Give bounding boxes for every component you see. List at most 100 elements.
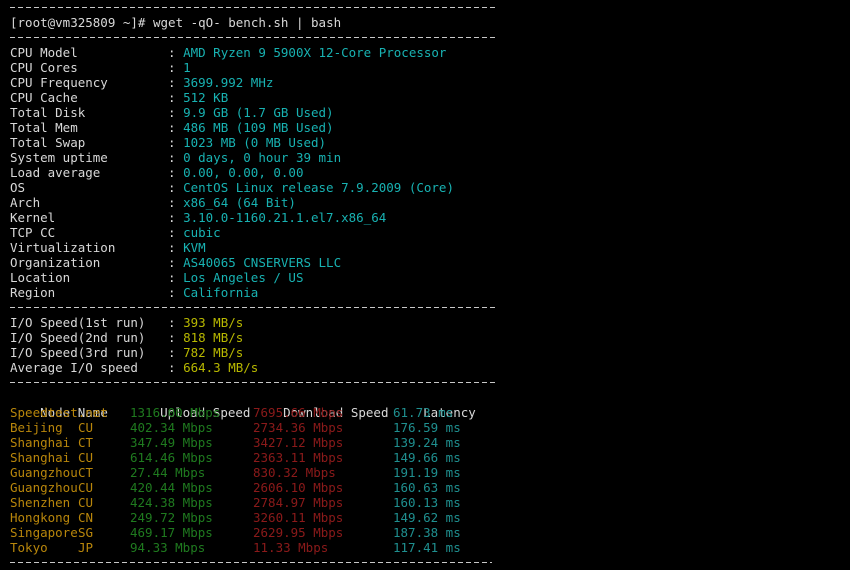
speedtest-download-speed: 2629.95 Mbps <box>253 525 344 540</box>
iospeed-label: I/O Speed(3rd run) <box>10 345 146 360</box>
speedtest-upload-speed: 614.46 Mbps <box>130 450 213 465</box>
speedtest-download-speed: 2363.11 Mbps <box>253 450 344 465</box>
sysinfo-label: Load average <box>10 165 101 180</box>
iospeed-value: 664.3 MB/s <box>183 360 259 375</box>
table-row: SingaporeSG 469.17 Mbps 2629.95 Mbps 187.38… <box>0 525 850 540</box>
table-row: GuangzhouCT 27.44 Mbps 830.32 Mbps 191.19 m… <box>0 465 850 480</box>
speedtest-upload-speed: 1316.00 Mbps <box>130 405 221 420</box>
sysinfo-value: California <box>183 285 259 300</box>
terminal-window[interactable]: [root@vm325809 ~]# wget -qO- bench.sh | … <box>0 0 850 570</box>
sysinfo-colon: : <box>168 75 184 90</box>
speedtest-latency: 176.59 ms <box>393 420 461 435</box>
command-prompt-line: [root@vm325809 ~]# wget -qO- bench.sh | … <box>10 15 342 30</box>
sysinfo-label: System uptime <box>10 150 108 165</box>
io-speed-block: I/O Speed(1st run): 393 MB/s I/O Speed(2n… <box>0 315 850 375</box>
sysinfo-value: AMD Ryzen 9 5900X 12-Core Processor <box>183 45 447 60</box>
sysinfo-colon: : <box>168 210 184 225</box>
sysinfo-label: TCP CC <box>10 225 56 240</box>
speedtest-carrier: CU <box>78 450 94 465</box>
sysinfo-value: 512 KB <box>183 90 229 105</box>
speedtest-latency: 160.63 ms <box>393 480 461 495</box>
sysinfo-value: 3.10.0-1160.21.1.el7.x86_64 <box>183 210 387 225</box>
table-row: Shenzhen CU 424.38 Mbps 2784.97 Mbps 160.13 … <box>0 495 850 510</box>
speedtest-download-speed: 11.33 Mbps <box>253 540 329 555</box>
sysinfo-value: x86_64 (64 Bit) <box>183 195 296 210</box>
iospeed-row: I/O Speed(3rd run): 782 MB/s <box>0 345 850 360</box>
sysinfo-row: Total Disk: 9.9 GB (1.7 GB Used) <box>0 105 850 120</box>
sysinfo-label: Region <box>10 285 56 300</box>
speedtest-header-row: Node Name Upload Speed Download Speed Laten… <box>0 390 850 420</box>
speedtest-node-name: Beijing <box>10 420 63 435</box>
speedtest-carrier: CU <box>78 480 94 495</box>
speedtest-upload-speed: 420.44 Mbps <box>130 480 213 495</box>
speedtest-download-speed: 2734.36 Mbps <box>253 420 344 435</box>
speedtest-node-name: Shanghai <box>10 435 71 450</box>
sysinfo-value: cubic <box>183 225 221 240</box>
sysinfo-label: CPU Model <box>10 45 78 60</box>
sysinfo-label: Organization <box>10 255 101 270</box>
sysinfo-colon: : <box>168 105 184 120</box>
speedtest-node-name: Speedtest.net <box>10 405 108 420</box>
speedtest-upload-speed: 249.72 Mbps <box>130 510 213 525</box>
sysinfo-colon: : <box>168 195 184 210</box>
sysinfo-label: Location <box>10 270 71 285</box>
separator-rule-top <box>0 0 850 15</box>
sysinfo-label: OS <box>10 180 26 195</box>
speedtest-latency: 149.62 ms <box>393 510 461 525</box>
speedtest-node-name: Tokyo <box>10 540 48 555</box>
sysinfo-row: TCP CC: cubic <box>0 225 850 240</box>
speedtest-latency: 160.13 ms <box>393 495 461 510</box>
sysinfo-colon: : <box>168 225 184 240</box>
table-row: Shanghai CT 347.49 Mbps 3427.12 Mbps 139.24 … <box>0 435 850 450</box>
speedtest-node-name: Hongkong <box>10 510 71 525</box>
speedtest-download-speed: 7695.66 Mbps <box>253 405 344 420</box>
sysinfo-row: CPU Cache: 512 KB <box>0 90 850 105</box>
sysinfo-colon: : <box>168 150 184 165</box>
sysinfo-value: CentOS Linux release 7.9.2009 (Core) <box>183 180 454 195</box>
speedtest-upload-speed: 27.44 Mbps <box>130 465 206 480</box>
separator-rule-before-io <box>0 300 850 315</box>
iospeed-label: I/O Speed(1st run) <box>10 315 146 330</box>
table-row: Beijing CU 402.34 Mbps 2734.36 Mbps 176.59 m… <box>0 420 850 435</box>
speedtest-latency: 191.19 ms <box>393 465 461 480</box>
sysinfo-colon: : <box>168 135 184 150</box>
sysinfo-value: 0 days, 0 hour 39 min <box>183 150 342 165</box>
sysinfo-value: 0.00, 0.00, 0.00 <box>183 165 304 180</box>
sysinfo-value: 3699.992 MHz <box>183 75 274 90</box>
speedtest-download-speed: 3260.11 Mbps <box>253 510 344 525</box>
sysinfo-colon: : <box>168 180 184 195</box>
speedtest-latency: 139.24 ms <box>393 435 461 450</box>
sysinfo-label: Total Swap <box>10 135 86 150</box>
system-info-block: CPU Model: AMD Ryzen 9 5900X 12-Core Pro… <box>0 45 850 300</box>
speedtest-node-name: Guangzhou <box>10 465 78 480</box>
sysinfo-colon: : <box>168 270 184 285</box>
speedtest-latency: 61.73 ms <box>393 405 454 420</box>
iospeed-label: I/O Speed(2nd run) <box>10 330 146 345</box>
speedtest-carrier: CU <box>78 495 94 510</box>
sysinfo-colon: : <box>168 240 184 255</box>
sysinfo-value: KVM <box>183 240 206 255</box>
speedtest-node-name: Shenzhen <box>10 495 71 510</box>
sysinfo-value: 486 MB (109 MB Used) <box>183 120 334 135</box>
sysinfo-row: Total Mem: 486 MB (109 MB Used) <box>0 120 850 135</box>
sysinfo-value: Los Angeles / US <box>183 270 304 285</box>
sysinfo-row: CPU Frequency: 3699.992 MHz <box>0 75 850 90</box>
sysinfo-value: 9.9 GB (1.7 GB Used) <box>183 105 334 120</box>
sysinfo-label: CPU Cache <box>10 90 78 105</box>
sysinfo-colon: : <box>168 90 184 105</box>
sysinfo-row: Arch: x86_64 (64 Bit) <box>0 195 850 210</box>
speedtest-rows-block: Speedtest.net 1316.00 Mbps 7695.66 Mbps 61.… <box>0 405 850 555</box>
speedtest-upload-speed: 347.49 Mbps <box>130 435 213 450</box>
speedtest-node-name: Singapore <box>10 525 78 540</box>
table-row: Tokyo JP 94.33 Mbps 11.33 Mbps 117.41 ms <box>0 540 850 555</box>
sysinfo-row: Total Swap: 1023 MB (0 MB Used) <box>0 135 850 150</box>
sysinfo-row: Region: California <box>0 285 850 300</box>
speedtest-carrier: SG <box>78 525 94 540</box>
table-row: Hongkong CN 249.72 Mbps 3260.11 Mbps 149.62 … <box>0 510 850 525</box>
sysinfo-label: Kernel <box>10 210 56 225</box>
speedtest-carrier: CU <box>78 420 94 435</box>
sysinfo-colon: : <box>168 165 184 180</box>
sysinfo-colon: : <box>168 285 184 300</box>
sysinfo-value: 1023 MB (0 MB Used) <box>183 135 327 150</box>
sysinfo-label: Virtualization <box>10 240 116 255</box>
